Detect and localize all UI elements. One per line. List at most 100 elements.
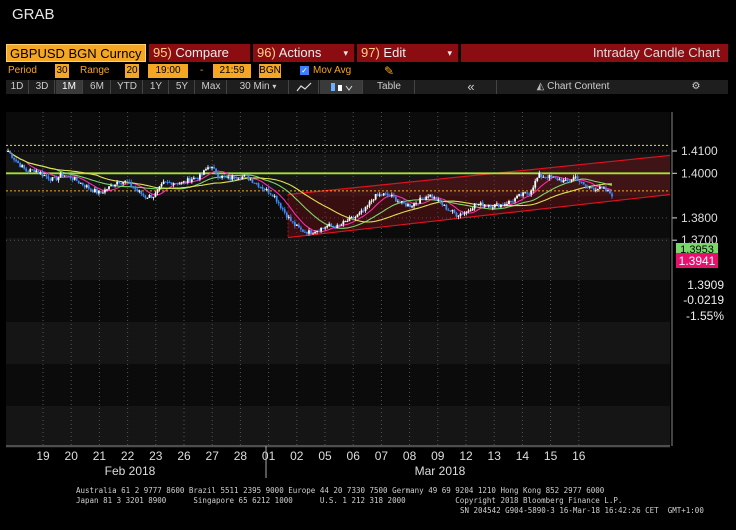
candle-body xyxy=(199,174,201,180)
interval-select[interactable]: 30 Min ▾ xyxy=(228,80,289,94)
actions-dropdown-icon: ▾ xyxy=(343,48,348,58)
candle-body xyxy=(283,209,286,213)
candle-body xyxy=(295,224,298,226)
candle-body xyxy=(538,173,541,178)
candle-body xyxy=(344,221,347,223)
candle-body xyxy=(362,210,365,212)
table-button[interactable]: Table xyxy=(364,80,415,94)
candle-body xyxy=(534,180,537,188)
candle-body xyxy=(35,170,38,173)
candle-body xyxy=(451,210,454,212)
range-max-button[interactable]: Max xyxy=(196,80,227,94)
edit-button[interactable]: 97) Edit ▾ xyxy=(357,44,459,62)
time-dash: - xyxy=(200,65,204,76)
candle-body xyxy=(463,213,466,215)
mov-avg-checkbox[interactable]: ✓ xyxy=(300,66,309,75)
candle-body xyxy=(588,186,591,188)
candle-body xyxy=(312,233,314,235)
pencil-icon[interactable]: ✎ xyxy=(384,64,394,78)
candle-body xyxy=(77,180,80,184)
candle-body xyxy=(334,226,337,229)
candle-body xyxy=(49,178,52,181)
range-1d-button[interactable]: 1D xyxy=(6,80,29,94)
candle-body xyxy=(580,181,583,183)
candle-body xyxy=(489,205,492,208)
candle-body xyxy=(180,182,183,184)
candle-body xyxy=(124,181,127,183)
candle-body xyxy=(320,227,323,232)
candle-body xyxy=(562,180,565,183)
candle-body xyxy=(277,201,280,204)
candle-body xyxy=(152,196,155,198)
candle-body xyxy=(267,188,270,194)
candle-body xyxy=(605,187,607,192)
candle-body xyxy=(384,193,387,195)
range-3d-button[interactable]: 3D xyxy=(30,80,55,94)
candle-body xyxy=(17,161,20,164)
candle-body xyxy=(518,194,520,196)
period-input[interactable]: 30 xyxy=(55,64,69,78)
candle-body xyxy=(225,176,228,178)
chart-title: Intraday Candle Chart xyxy=(461,44,728,62)
candle-body xyxy=(174,183,177,185)
candle-body xyxy=(95,189,98,194)
candle-body xyxy=(190,179,193,182)
candle-body xyxy=(461,213,464,215)
edit-dropdown-icon: ▾ xyxy=(447,48,452,58)
candle-body xyxy=(89,188,92,190)
candle-body xyxy=(186,178,189,183)
candle-body xyxy=(106,189,108,191)
candle-body xyxy=(336,224,339,229)
line-chart-icon[interactable] xyxy=(290,80,319,94)
source-input[interactable]: BGN xyxy=(259,64,281,78)
candle-body xyxy=(25,168,28,172)
range-1y-button[interactable]: 1Y xyxy=(144,80,169,94)
actions-button[interactable]: 96) Actions ▾ xyxy=(253,44,355,62)
gear-icon[interactable]: ⚙ xyxy=(666,80,726,94)
candle-body xyxy=(201,174,203,176)
candle-body xyxy=(453,210,456,214)
range-ytd-button[interactable]: YTD xyxy=(112,80,143,94)
candle-body xyxy=(168,182,171,184)
candle-body xyxy=(112,185,114,187)
end-time-input[interactable]: 21:59 xyxy=(213,64,251,78)
range-1m-button[interactable]: 1M xyxy=(56,80,83,94)
candle-body xyxy=(514,198,516,202)
candle-body xyxy=(455,213,458,217)
range-6m-button[interactable]: 6M xyxy=(84,80,111,94)
candle-body xyxy=(554,176,557,178)
x-tick-label: 20 xyxy=(65,449,79,463)
edit-number: 97) xyxy=(361,45,380,60)
candle-body xyxy=(85,185,88,188)
candle-body xyxy=(41,172,44,176)
candle-body xyxy=(366,205,369,207)
candle-body xyxy=(31,169,34,171)
candle-body xyxy=(245,175,248,177)
candle-body xyxy=(219,177,222,179)
candle-body xyxy=(164,181,167,183)
range-input[interactable]: 20 xyxy=(125,64,139,78)
chart-content-button[interactable]: ◭ Chart Content xyxy=(498,80,648,94)
range-5y-button[interactable]: 5Y xyxy=(170,80,195,94)
band xyxy=(6,364,670,406)
candle-body xyxy=(100,191,102,193)
candle-chart-icon[interactable] xyxy=(320,80,363,94)
ticker-field[interactable]: GBPUSD BGN Curncy xyxy=(6,44,146,62)
candle-body xyxy=(130,181,133,187)
start-time-input[interactable]: 19:00 xyxy=(148,64,188,78)
candle-body xyxy=(108,186,110,190)
candle-body xyxy=(473,203,476,209)
compare-button[interactable]: 95) Compare xyxy=(149,44,251,62)
candle-body xyxy=(356,214,359,217)
candle-body xyxy=(348,217,351,222)
collapse-icon[interactable]: « xyxy=(446,80,497,94)
candle-body xyxy=(134,187,137,190)
candle-body xyxy=(607,190,609,192)
candle-body xyxy=(39,172,42,174)
candle-body xyxy=(376,194,379,196)
line-chart-glyph xyxy=(296,82,312,92)
candle-body xyxy=(102,192,104,194)
candle-body xyxy=(481,202,484,207)
month-label-mar: Mar 2018 xyxy=(415,464,466,478)
candle-body xyxy=(568,180,571,182)
